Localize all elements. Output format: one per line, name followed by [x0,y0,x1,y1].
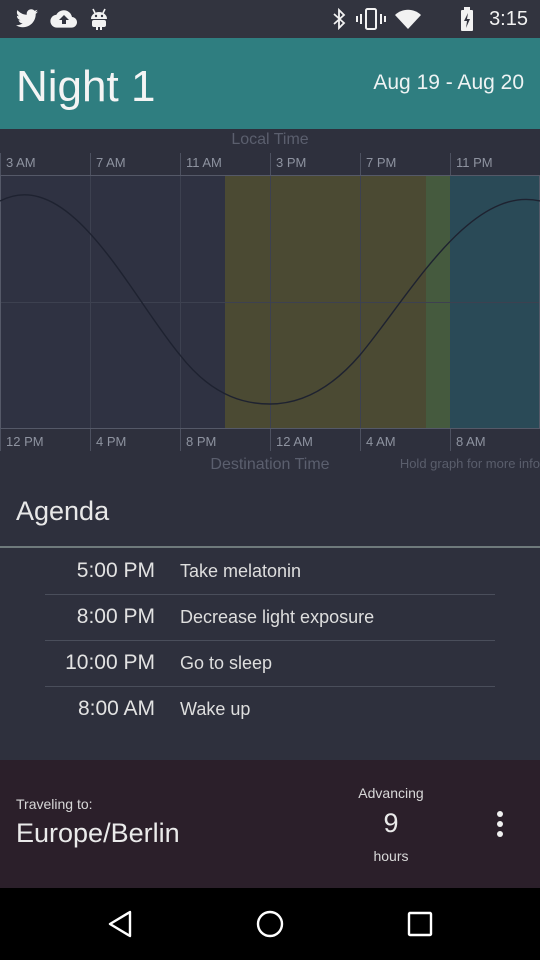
top-tick-label: 7 PM [366,155,397,170]
cloud-upload-icon [50,6,78,32]
vibrate-icon [356,6,386,32]
status-bar: 3:15 [0,0,540,38]
bottom-tick-line [360,429,361,451]
bottom-tick-label: 8 AM [456,434,486,449]
circadian-graph[interactable] [0,175,540,429]
agenda-item-time: 8:00 PM [76,605,155,628]
top-tick-line [0,153,1,175]
bluetooth-icon [330,6,348,32]
bottom-tick-label: 8 PM [186,434,217,449]
bottom-tick-label: 12 AM [276,434,313,449]
advancing-label: Advancing [358,785,424,801]
top-tick-label: 3 PM [276,155,307,170]
agenda-item-text: Decrease light exposure [180,607,375,627]
bottom-tick-line [180,429,181,451]
night-header: Night 1 Aug 19 - Aug 20 [0,38,540,129]
advancing-unit: hours [373,848,409,864]
agenda-title: Agenda [16,496,110,526]
trip-footer: Traveling to: Europe/Berlin Advancing 9 … [0,760,540,888]
agenda-item: 8:00 PM Decrease light exposure [0,595,540,641]
agenda-item-time: 10:00 PM [65,651,155,674]
agenda-item: 8:00 AM Wake up [0,687,540,733]
sleep-graph-section: Local Time 3 AM 7 AM 11 AM 3 PM 7 PM 11 … [0,129,540,480]
battery-charging-icon [458,6,476,32]
agenda-item-text: Wake up [180,699,251,719]
bottom-tick-line [0,429,1,451]
bottom-tick-line [270,429,271,451]
agenda-item-text: Take melatonin [180,561,302,581]
home-circle-icon[interactable] [250,906,290,942]
page-title: Night 1 [16,62,156,111]
bottom-tick-label: 4 PM [96,434,127,449]
back-triangle-icon[interactable] [100,906,140,942]
local-time-axis-label: Local Time [231,131,309,148]
agenda-item: 5:00 PM Take melatonin [0,549,540,595]
top-tick-line [360,153,361,175]
agenda-item-time: 8:00 AM [77,697,155,720]
destination-timezone[interactable]: Europe/Berlin [16,818,180,849]
advancing-hours-value: 9 [383,808,399,838]
recents-square-icon[interactable] [400,906,440,942]
twitter-icon [14,6,40,32]
navigation-bar [0,888,540,960]
top-tick-label: 3 AM [6,155,36,170]
top-tick-line [90,153,91,175]
traveling-to-label: Traveling to: [16,796,93,812]
top-tick-label: 7 AM [96,155,126,170]
top-tick-line [180,153,181,175]
date-range: Aug 19 - Aug 20 [373,71,524,94]
more-vertical-icon[interactable] [486,806,514,842]
agenda-item-time: 5:00 PM [76,559,155,582]
top-tick-line [450,153,451,175]
agenda-item-text: Go to sleep [180,653,273,673]
bottom-tick-label: 12 PM [6,434,44,449]
bottom-tick-line [450,429,451,451]
bottom-tick-label: 4 AM [366,434,396,449]
top-tick-line [270,153,271,175]
top-tick-label: 11 PM [456,155,493,170]
graph-hint: Hold graph for more info [399,456,540,471]
agenda-divider [0,546,540,548]
clock: 3:15 [489,8,528,30]
agenda-item: 10:00 PM Go to sleep [0,641,540,687]
wifi-icon [394,6,422,32]
android-icon [88,6,110,32]
top-tick-label: 11 AM [186,155,222,170]
bottom-tick-line [90,429,91,451]
